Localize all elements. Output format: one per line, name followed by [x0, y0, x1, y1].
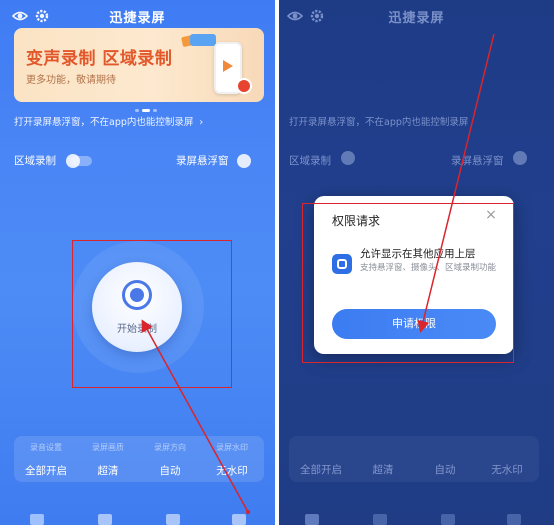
- nav-files-icon: [441, 514, 455, 525]
- bottom-nav: [0, 508, 275, 525]
- stat-caption: 录屏方向: [154, 443, 186, 452]
- record-dot-icon: [236, 78, 252, 94]
- stat-value: 全部开启: [25, 465, 67, 477]
- region-record-toggle: [341, 151, 355, 165]
- stat-value: 无水印: [491, 464, 523, 476]
- region-record-label: 区域录制: [289, 155, 331, 167]
- nav-record-icon[interactable]: [30, 514, 44, 525]
- nav-tools-icon: [373, 514, 387, 525]
- stat-caption: 录音设置: [30, 443, 62, 452]
- record-settings-summary: 全部开启 超清 自动 无水印: [289, 436, 539, 482]
- annotation-highlight-box: [302, 203, 514, 363]
- stat-value: 无水印: [216, 465, 248, 477]
- nav-tools-icon[interactable]: [98, 514, 112, 525]
- floating-window-toggle[interactable]: [237, 154, 251, 168]
- region-record-label: 区域录制: [14, 155, 56, 167]
- promo-banner[interactable]: 变声录制 区域录制 更多功能，敬请期待: [14, 28, 264, 102]
- nav-record-icon: [305, 514, 319, 525]
- stat-caption: 录屏画质: [92, 443, 124, 452]
- chevron-right-icon: ›: [199, 117, 204, 128]
- floating-window-label: 录屏悬浮窗: [176, 155, 229, 167]
- floating-window-notice: 打开录屏悬浮窗，不在app内也能控制录屏: [289, 117, 469, 128]
- banner-decoration: [190, 34, 216, 46]
- stat-value: 全部开启: [300, 464, 342, 476]
- app-title: 迅捷录屏: [388, 11, 445, 26]
- app-title: 迅捷录屏: [109, 11, 166, 26]
- banner-subtitle: 更多功能，敬请期待: [26, 75, 116, 86]
- stat-caption: 录屏水印: [216, 443, 248, 452]
- quality-setting[interactable]: 录屏画质 超清: [78, 442, 138, 478]
- audio-setting[interactable]: 录音设置 全部开启: [16, 442, 76, 478]
- stat-value: 自动: [159, 465, 181, 477]
- watermark-setting[interactable]: 录屏水印 无水印: [202, 442, 262, 478]
- orientation-setting[interactable]: 录屏方向 自动: [140, 442, 200, 478]
- stat-value: 超清: [97, 465, 119, 477]
- nav-profile-icon: [507, 514, 521, 525]
- annotation-highlight-box: [72, 240, 232, 388]
- banner-title: 变声录制 区域录制: [26, 49, 173, 69]
- bottom-nav: [279, 508, 554, 525]
- floating-window-toggle: [513, 151, 527, 165]
- stat-value: 自动: [434, 464, 456, 476]
- nav-profile-icon[interactable]: [232, 514, 246, 525]
- app-main-screen: 迅捷录屏 变声录制 区域录制 更多功能，敬请期待 打开录屏悬浮窗，不在app内也…: [0, 0, 275, 525]
- floating-window-label: 录屏悬浮窗: [451, 155, 504, 167]
- stat-value: 超清: [372, 464, 394, 476]
- nav-files-icon[interactable]: [166, 514, 180, 525]
- notice-text: 打开录屏悬浮窗，不在app内也能控制录屏: [14, 117, 194, 128]
- record-settings-summary[interactable]: 录音设置 全部开启 录屏画质 超清 录屏方向 自动 录屏水印 无水印: [14, 436, 264, 482]
- play-icon: [223, 60, 233, 72]
- floating-window-notice[interactable]: 打开录屏悬浮窗，不在app内也能控制录屏 ›: [14, 114, 264, 128]
